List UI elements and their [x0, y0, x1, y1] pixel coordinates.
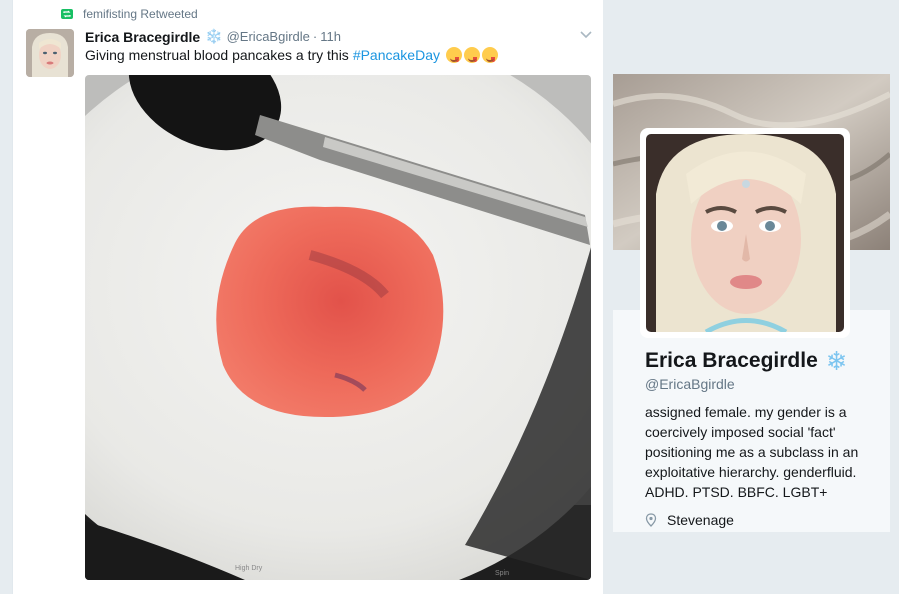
- tweet-screen-name[interactable]: @EricaBgirdle: [227, 29, 310, 44]
- separator: ·: [312, 29, 318, 44]
- emoji-group: [445, 47, 498, 63]
- profile-location: Stevenage: [645, 512, 734, 528]
- tweet-card[interactable]: femifisting Retweeted Erica Bracegirdle …: [12, 0, 604, 594]
- profile-name-text[interactable]: Erica Bracegirdle: [645, 349, 818, 373]
- svg-text:High Dry: High Dry: [235, 565, 263, 572]
- snowflake-icon: ❄: [825, 346, 848, 376]
- retweet-icon: [61, 8, 73, 20]
- tweet-header: Erica Bracegirdle ❄️ @EricaBgirdle · 11h: [85, 28, 341, 45]
- hashtag-link[interactable]: #PancakeDay: [353, 47, 440, 63]
- profile-name[interactable]: Erica Bracegirdle ❄: [645, 348, 848, 374]
- column-gap: [603, 0, 613, 594]
- tweet-avatar[interactable]: [26, 29, 74, 77]
- tweet-text: Giving menstrual blood pancakes a try th…: [85, 47, 498, 63]
- snowflake-icon: ❄️: [205, 28, 223, 44]
- tweet-fullname[interactable]: Erica Bracegirdle: [85, 29, 200, 45]
- svg-text:Spin: Spin: [495, 570, 509, 577]
- profile-bio: assigned female. my gender is a coercive…: [645, 404, 859, 500]
- chevron-down-icon[interactable]: [579, 28, 593, 42]
- map-pin-icon: [645, 513, 657, 527]
- tweet-timestamp[interactable]: 11h: [320, 29, 341, 44]
- yum-emoji-icon: [481, 47, 498, 63]
- profile-avatar[interactable]: [640, 128, 850, 338]
- yum-emoji-icon: [445, 47, 462, 63]
- profile-handle[interactable]: @EricaBgirdle: [645, 376, 735, 392]
- tweet-body: Giving menstrual blood pancakes a try th…: [85, 47, 349, 63]
- retweet-context: femifisting Retweeted: [61, 7, 198, 21]
- location-text: Stevenage: [667, 512, 734, 528]
- retweet-label[interactable]: femifisting Retweeted: [83, 7, 198, 21]
- tweet-photo[interactable]: High Dry Spin: [85, 75, 591, 580]
- yum-emoji-icon: [463, 47, 480, 63]
